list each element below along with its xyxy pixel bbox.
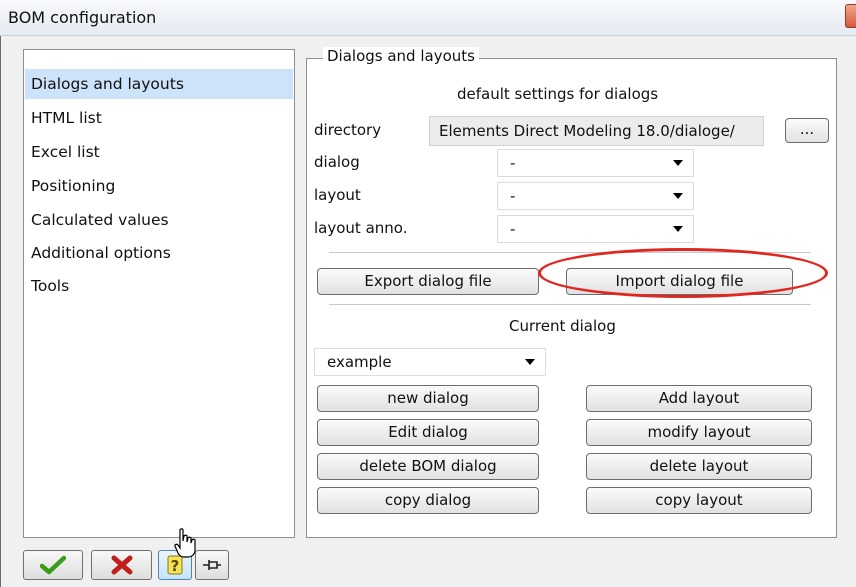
- sidebar-item-excel-list[interactable]: Excel list: [25, 137, 293, 167]
- sidebar-item-html-list[interactable]: HTML list: [25, 103, 293, 133]
- export-dialog-file-button[interactable]: Export dialog file: [317, 268, 539, 295]
- svg-text:?: ?: [171, 557, 180, 575]
- pin-button[interactable]: [195, 550, 229, 580]
- chevron-down-icon: [673, 226, 683, 232]
- chevron-down-icon: [673, 160, 683, 166]
- copy-dialog-button[interactable]: copy dialog: [317, 487, 539, 514]
- chevron-down-icon: [673, 193, 683, 199]
- delete-layout-button[interactable]: delete layout: [586, 453, 812, 480]
- pin-icon: [203, 560, 221, 570]
- dialogs-and-layouts-group: Dialogs and layouts default settings for…: [306, 47, 837, 538]
- sidebar-item-calculated-values[interactable]: Calculated values: [25, 205, 293, 235]
- sidebar-item-tools[interactable]: Tools: [25, 271, 293, 301]
- sidebar-item-dialogs-and-layouts[interactable]: Dialogs and layouts: [25, 69, 293, 99]
- title-bar: BOM configuration: [0, 0, 856, 36]
- delete-bom-dialog-button[interactable]: delete BOM dialog: [317, 453, 539, 480]
- directory-field[interactable]: Elements Direct Modeling 18.0/dialoge/: [429, 116, 764, 146]
- current-dialog-heading: Current dialog: [509, 317, 616, 335]
- dialog-select-value: -: [510, 154, 516, 172]
- layout-anno-select[interactable]: -: [497, 215, 694, 243]
- layout-anno-select-value: -: [510, 220, 516, 238]
- current-dialog-select-value: example: [327, 353, 392, 371]
- layout-select[interactable]: -: [497, 182, 694, 210]
- dialog-body: Dialogs and layouts HTML list Excel list…: [0, 36, 856, 587]
- directory-label: directory: [314, 121, 382, 139]
- hand-cursor-icon: [174, 528, 196, 558]
- cancel-button[interactable]: [91, 550, 152, 580]
- category-list: Dialogs and layouts HTML list Excel list…: [23, 49, 295, 538]
- edit-dialog-button[interactable]: Edit dialog: [317, 419, 539, 446]
- add-layout-button[interactable]: Add layout: [586, 385, 812, 412]
- window-title: BOM configuration: [8, 8, 157, 27]
- sidebar-item-additional-options[interactable]: Additional options: [25, 238, 293, 268]
- close-button[interactable]: [845, 4, 856, 28]
- layout-label: layout: [314, 186, 361, 204]
- import-dialog-file-button[interactable]: Import dialog file: [566, 268, 793, 295]
- layout-select-value: -: [510, 187, 516, 205]
- chevron-down-icon: [525, 359, 535, 365]
- modify-layout-button[interactable]: modify layout: [586, 419, 812, 446]
- separator: [329, 304, 811, 305]
- default-settings-heading: default settings for dialogs: [457, 85, 659, 103]
- current-dialog-select[interactable]: example: [314, 348, 546, 376]
- dialog-select[interactable]: -: [497, 149, 694, 177]
- new-dialog-button[interactable]: new dialog: [317, 385, 539, 412]
- x-icon: [111, 555, 132, 575]
- dialog-label: dialog: [314, 153, 360, 171]
- ok-button[interactable]: [23, 550, 83, 580]
- check-icon: [40, 555, 66, 575]
- browse-button[interactable]: ...: [785, 118, 829, 143]
- copy-layout-button[interactable]: copy layout: [586, 487, 812, 514]
- separator: [329, 252, 811, 253]
- layout-anno-label: layout anno.: [314, 219, 408, 237]
- group-legend: Dialogs and layouts: [323, 47, 479, 65]
- sidebar-item-positioning[interactable]: Positioning: [25, 171, 293, 201]
